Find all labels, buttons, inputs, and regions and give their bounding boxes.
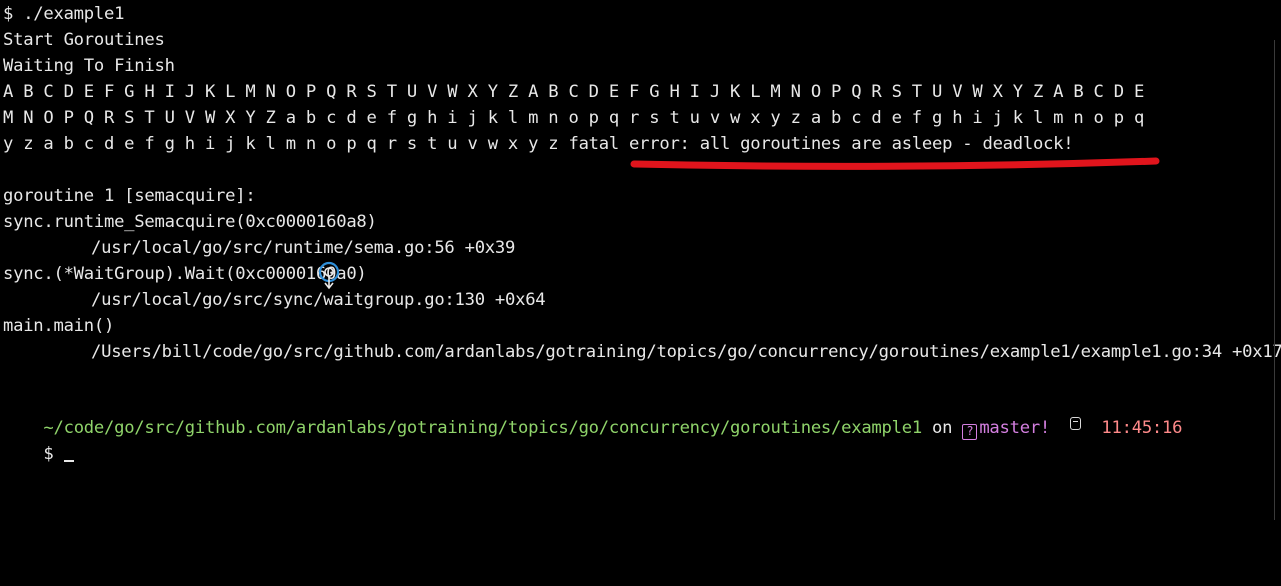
output-line: M N O P Q R S T U V W X Y Z a b c d e f … [3, 108, 1145, 128]
output-line: Waiting To Finish [3, 56, 175, 76]
mouse-cursor-icon [318, 261, 340, 290]
stack-trace-line: sync.(*WaitGroup).Wait(0xc0000160a0) [3, 264, 367, 284]
branch-icon: ? [962, 424, 978, 440]
output-line: A B C D E F G H I J K L M N O P Q R S T … [3, 82, 1145, 102]
clock-icon [1070, 417, 1082, 430]
stack-trace-location: /usr/local/go/src/runtime/sema.go:56 +0x… [91, 238, 516, 258]
terminal-window[interactable]: $ ./example1 Start Goroutines Waiting To… [0, 0, 1281, 586]
prompt-symbol: $ [43, 444, 64, 464]
output-line: Start Goroutines [3, 30, 165, 50]
command-line: $ ./example1 [3, 4, 125, 24]
prompt-path: ~/code/go/src/github.com/ardanlabs/gotra… [43, 418, 922, 438]
prompt-time: 11:45:16 [1101, 418, 1183, 438]
stack-trace-header: goroutine 1 [semacquire]: [3, 186, 256, 206]
git-branch: master! [979, 418, 1051, 438]
stack-trace-location: /Users/bill/code/go/src/github.com/ardan… [91, 342, 1281, 362]
scrollbar-track[interactable] [1274, 40, 1281, 520]
fatal-error-line: y z a b c d e f g h i j k l m n o p q r … [3, 134, 1074, 154]
stack-trace-line: sync.runtime_Semacquire(0xc0000160a8) [3, 212, 377, 232]
prompt-on: on [921, 418, 963, 438]
text-cursor [63, 460, 74, 462]
stack-trace-line: main.main() [3, 316, 115, 336]
shell-prompt-input[interactable]: $ [3, 415, 74, 464]
shell-prompt-info: ~/code/go/src/github.com/ardanlabs/gotra… [3, 389, 1182, 440]
